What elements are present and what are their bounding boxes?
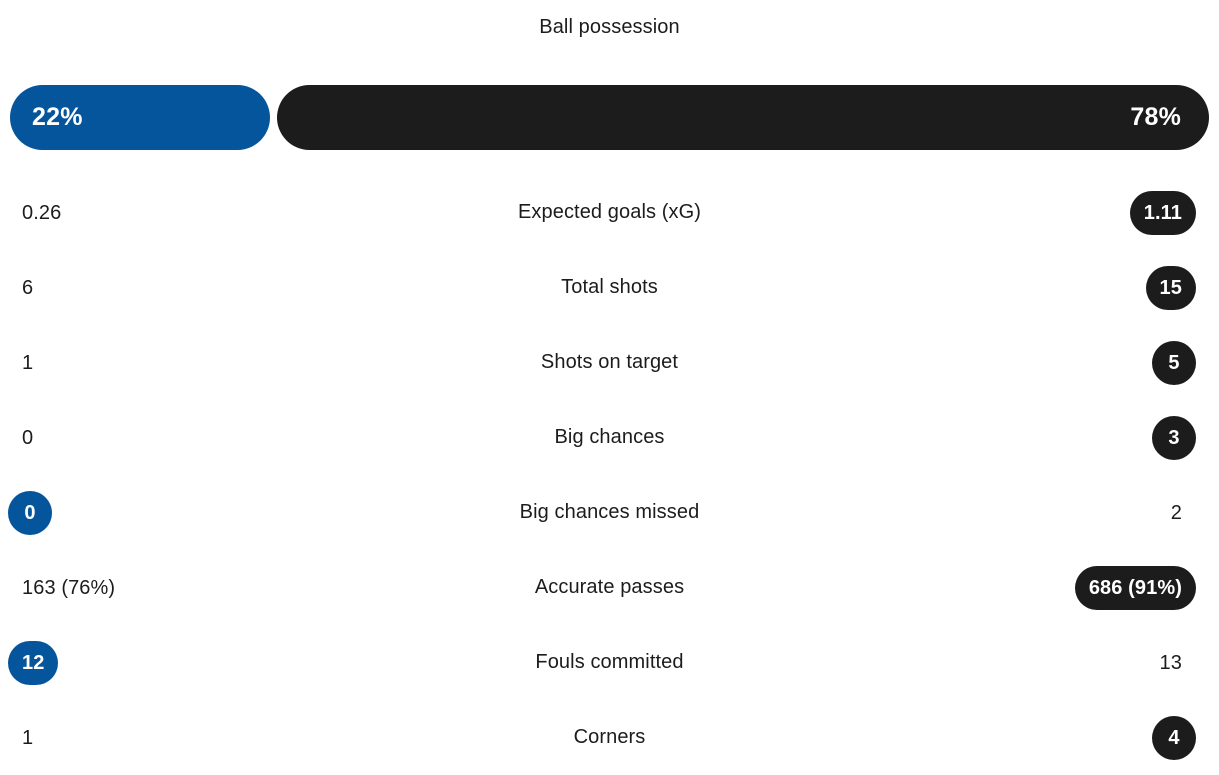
stat-away-cell: 13 [866,625,1196,700]
stat-away-value-badge: 3 [1152,415,1196,460]
stat-home-value: 163 (76%) [22,576,116,599]
stat-rows-list: Expected goals (xG) 0.26 1.11 Total shots 6 1… [0,175,1219,775]
stat-away-value-badge: 5 [1152,340,1196,385]
stat-away-cell: 686 (91%) [866,550,1196,625]
possession-bar-away-segment: 78% [277,85,1209,150]
possession-home-value: 22% [32,103,83,131]
stat-row: Fouls committed 12 13 [0,625,1219,700]
stat-away-cell: 15 [866,250,1196,325]
stat-away-value: 13 [1159,651,1182,674]
possession-title: Ball possession [539,16,680,38]
stat-home-cell: 163 (76%) [8,550,338,625]
stat-away-cell: 5 [866,325,1196,400]
possession-away-value: 78% [1130,103,1181,131]
stat-row: Total shots 6 15 [0,250,1219,325]
possession-bar-home-segment: 22% [10,85,270,150]
stat-home-cell: 1 [8,325,338,400]
stat-row: Accurate passes 163 (76%) 686 (91%) [0,550,1219,625]
stat-home-value: 1 [22,726,34,749]
stat-home-value-badge: 0 [8,490,52,535]
stat-row: Expected goals (xG) 0.26 1.11 [0,175,1219,250]
stat-home-cell: 1 [8,700,338,775]
stat-home-cell: 6 [8,250,338,325]
possession-bar: 22% 78% [10,85,1209,150]
stat-row: Big chances missed 0 2 [0,475,1219,550]
stat-row: Corners 1 4 [0,700,1219,775]
stat-away-value-badge: 686 (91%) [1074,565,1196,610]
stat-away-cell: 2 [866,475,1196,550]
stat-away-cell: 4 [866,700,1196,775]
stat-home-value: 0 [22,426,34,449]
stat-home-value-badge: 12 [8,640,59,685]
stat-home-cell: 0 [8,400,338,475]
stat-home-value: 1 [22,351,34,374]
stat-home-value: 6 [22,276,34,299]
stat-away-value-badge: 15 [1145,265,1196,310]
stat-away-cell: 3 [866,400,1196,475]
stat-away-value-badge: 1.11 [1129,190,1196,235]
stat-row: Shots on target 1 5 [0,325,1219,400]
stat-home-cell: 12 [8,625,338,700]
stat-home-value: 0.26 [22,201,62,224]
stat-row: Big chances 0 3 [0,400,1219,475]
match-statistics-panel: Ball possession 22% 78% Expected goals (… [0,0,1219,761]
stat-home-cell: 0 [8,475,338,550]
stat-home-cell: 0.26 [8,175,338,250]
stat-away-value-badge: 4 [1152,715,1196,760]
stat-away-cell: 1.11 [866,175,1196,250]
stat-away-value: 2 [1170,501,1182,524]
